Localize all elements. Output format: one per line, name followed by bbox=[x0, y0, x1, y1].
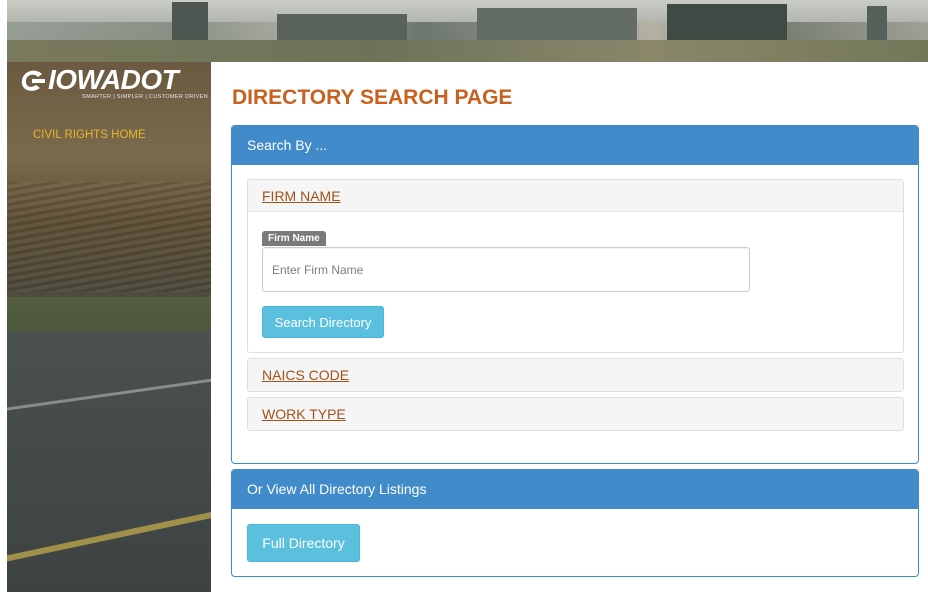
firm-name-toggle-link[interactable]: FIRM NAME bbox=[262, 188, 341, 204]
firm-name-field-label: Firm Name bbox=[262, 231, 326, 246]
firm-name-input[interactable] bbox=[262, 247, 750, 292]
work-type-toggle-link[interactable]: WORK TYPE bbox=[262, 406, 346, 422]
iowadot-logo[interactable]: IOWADOT SMARTER | SIMPLER | CUSTOMER DRI… bbox=[20, 64, 208, 104]
naics-code-toggle-link[interactable]: NAICS CODE bbox=[262, 367, 349, 383]
listings-panel-heading: Or View All Directory Listings bbox=[232, 470, 918, 509]
accordion-work-type: WORK TYPE bbox=[247, 397, 904, 431]
sidebar bbox=[7, 62, 211, 592]
page-title: DIRECTORY SEARCH PAGE bbox=[232, 86, 513, 109]
accordion-firm-name: FIRM NAME Firm Name Search Directory bbox=[247, 179, 904, 353]
search-panel-heading: Search By ... bbox=[232, 126, 918, 165]
iowadot-swoosh-icon bbox=[21, 70, 45, 91]
accordion-header: NAICS CODE bbox=[248, 359, 903, 391]
logo-wordmark: IOWADOT bbox=[48, 64, 179, 95]
search-panel: Search By ... FIRM NAME Firm Name Search… bbox=[231, 125, 919, 464]
nav-civil-rights-home[interactable]: CIVIL RIGHTS HOME bbox=[33, 129, 146, 141]
logo-tagline: SMARTER | SIMPLER | CUSTOMER DRIVEN bbox=[82, 94, 209, 100]
listings-panel: Or View All Directory Listings Full Dire… bbox=[231, 469, 919, 577]
header-banner-image bbox=[7, 0, 928, 62]
accordion-naics-code: NAICS CODE bbox=[247, 358, 904, 392]
accordion-header: FIRM NAME bbox=[248, 180, 903, 212]
accordion-header: WORK TYPE bbox=[248, 398, 903, 430]
search-directory-button[interactable]: Search Directory bbox=[262, 306, 384, 338]
full-directory-button[interactable]: Full Directory bbox=[247, 524, 360, 562]
